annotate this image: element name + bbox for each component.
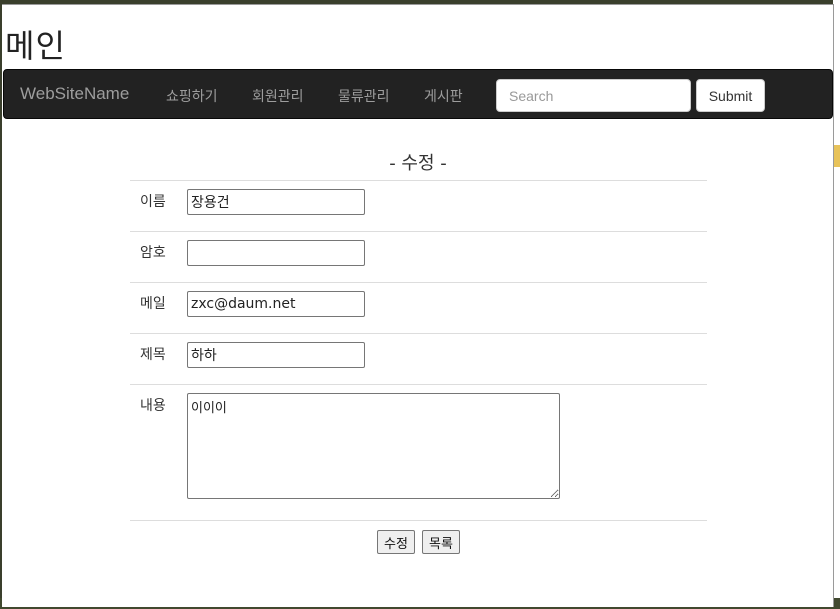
content-label: 내용 [130, 384, 187, 521]
password-field[interactable] [187, 240, 365, 266]
form-row-email: 메일 [130, 282, 707, 334]
form-row-buttons: 수정 목록 [130, 520, 707, 566]
subject-field[interactable] [187, 342, 365, 368]
name-label: 이름 [130, 180, 187, 232]
list-button[interactable]: 목록 [422, 530, 460, 554]
nav-link-member-management[interactable]: 회원관리 [252, 86, 304, 106]
subject-label: 제목 [130, 333, 187, 385]
search-submit-button[interactable]: Submit [696, 79, 765, 112]
name-field[interactable] [187, 189, 365, 215]
page-title: 메인 [5, 27, 66, 65]
nav-link-shopping[interactable]: 쇼핑하기 [166, 86, 218, 106]
edit-form-table: 이름 암호 메일 제목 내용 이이이 [130, 180, 707, 566]
nav-link-board[interactable]: 게시판 [424, 86, 463, 106]
edit-button[interactable]: 수정 [377, 530, 415, 554]
content-textarea[interactable]: 이이이 [187, 393, 560, 499]
background-edge [833, 0, 840, 609]
form-row-content: 내용 이이이 [130, 384, 707, 521]
email-field[interactable] [187, 291, 365, 317]
form-row-name: 이름 [130, 180, 707, 232]
navbar: WebSiteName 쇼핑하기 회원관리 물류관리 게시판 Submit [3, 69, 833, 119]
form-row-subject: 제목 [130, 333, 707, 385]
browser-content: 메인 WebSiteName 쇼핑하기 회원관리 물류관리 게시판 Submit… [2, 4, 834, 607]
form-heading: - 수정 - [389, 153, 447, 174]
navbar-brand[interactable]: WebSiteName [20, 84, 129, 104]
password-label: 암호 [130, 231, 187, 283]
nav-link-logistics[interactable]: 물류관리 [338, 86, 390, 106]
background-accent [833, 145, 840, 167]
form-row-password: 암호 [130, 231, 707, 283]
search-input[interactable] [496, 79, 691, 112]
email-label: 메일 [130, 282, 187, 334]
